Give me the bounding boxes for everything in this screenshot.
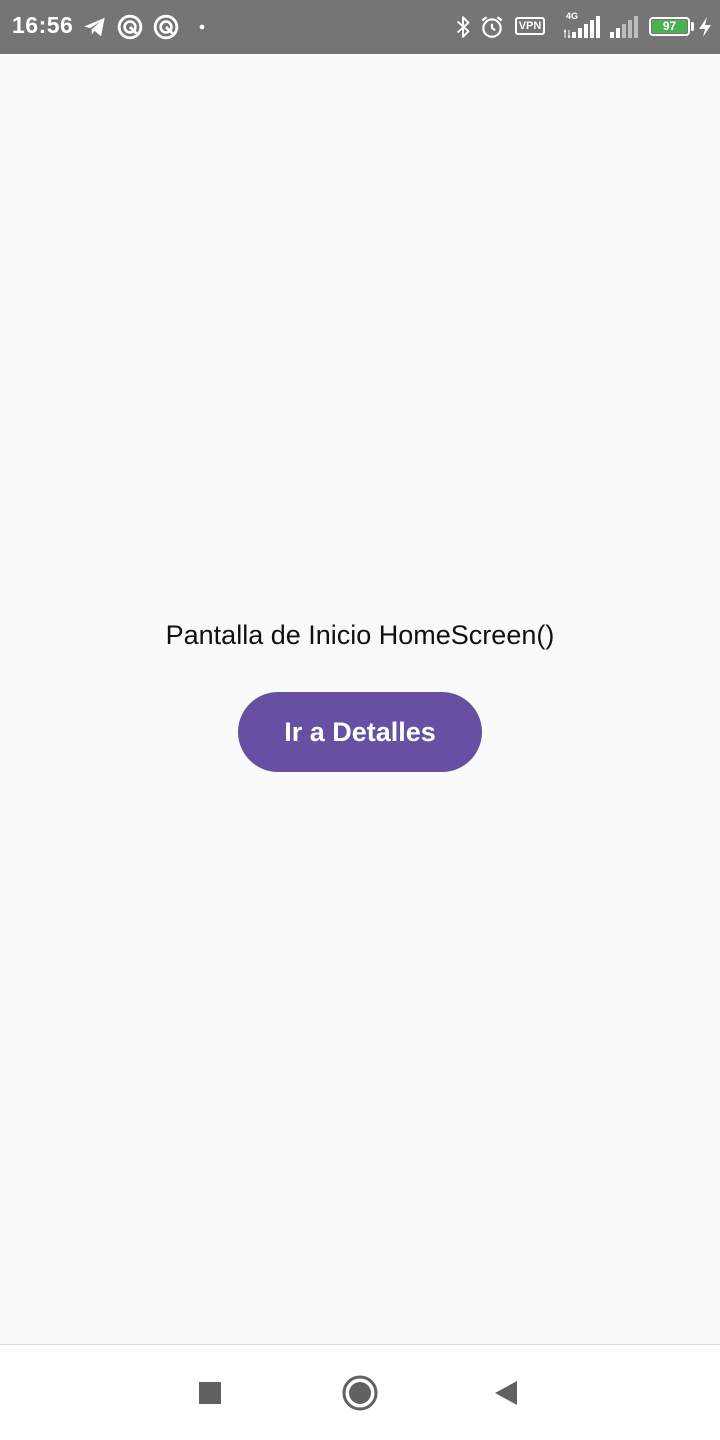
go-to-details-button[interactable]: Ir a Detalles [238,692,482,772]
navigation-bar [0,1344,720,1440]
app-notification-icon [117,14,143,40]
charging-icon [696,16,714,38]
battery-level: 97 [652,20,687,33]
home-icon[interactable] [336,1369,384,1417]
signal-weak-icon [610,16,640,38]
status-bar: 16:56 VPN 4G 97 [0,0,720,54]
app-notification-icon [153,14,179,40]
telegram-icon [82,14,108,40]
main-content: Pantalla de Inicio HomeScreen() Ir a Det… [0,54,720,1344]
battery-icon: 97 [649,17,690,36]
signal-icon [564,16,604,38]
vpn-icon: VPN [515,17,545,35]
back-icon[interactable] [482,1369,530,1417]
alarm-icon [479,14,505,40]
battery-tip [691,22,694,31]
recents-icon[interactable] [186,1369,234,1417]
page-title: Pantalla de Inicio HomeScreen() [165,620,555,650]
bluetooth-icon [450,14,476,40]
status-time: 16:56 [12,12,74,38]
dot-icon [189,14,215,40]
